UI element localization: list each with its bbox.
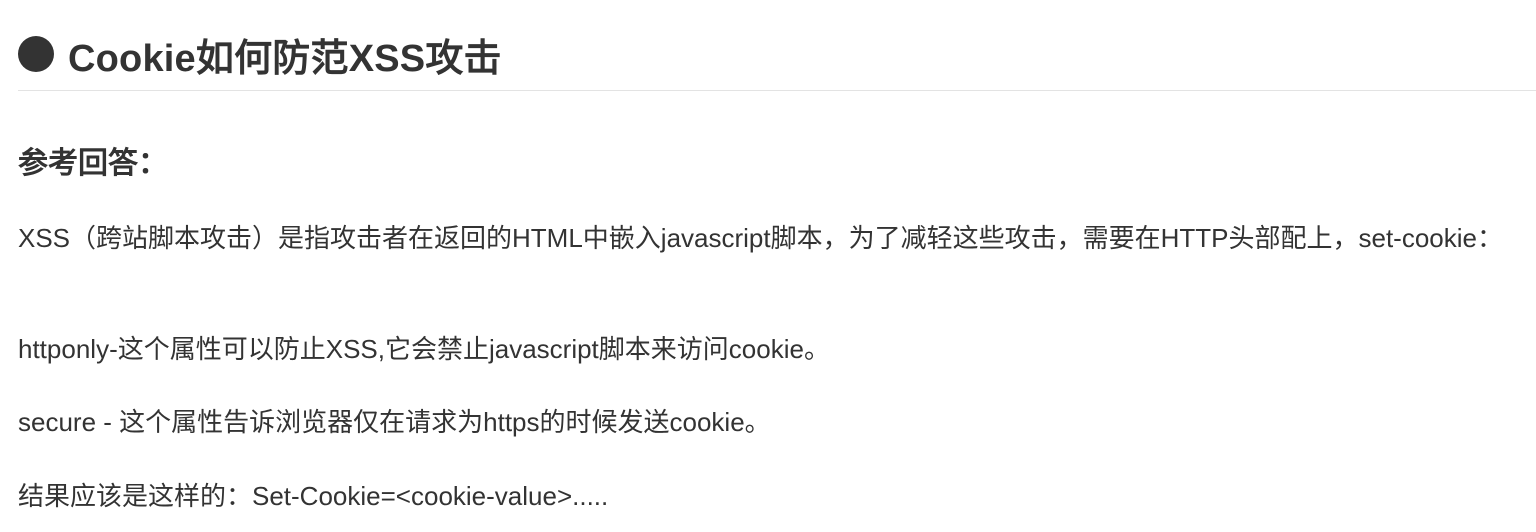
title-divider (18, 90, 1536, 91)
filled-circle-icon (18, 36, 54, 72)
answer-paragraph-result: 结果应该是这样的：Set-Cookie=<cookie-value>..... (18, 481, 609, 511)
answer-paragraph-xss-definition: XSS（跨站脚本攻击）是指攻击者在返回的HTML中嵌入javascript脚本，… (18, 223, 1503, 253)
answer-paragraph-httponly: httponly-这个属性可以防止XSS,它会禁止javascript脚本来访问… (18, 334, 830, 364)
page-title: Cookie如何防范XSS攻击 (68, 37, 502, 80)
answer-heading: 参考回答： (18, 147, 168, 180)
title-row: Cookie如何防范XSS攻击 (18, 28, 502, 80)
answer-paragraph-secure: secure - 这个属性告诉浏览器仅在请求为https的时候发送cookie。 (18, 407, 771, 437)
